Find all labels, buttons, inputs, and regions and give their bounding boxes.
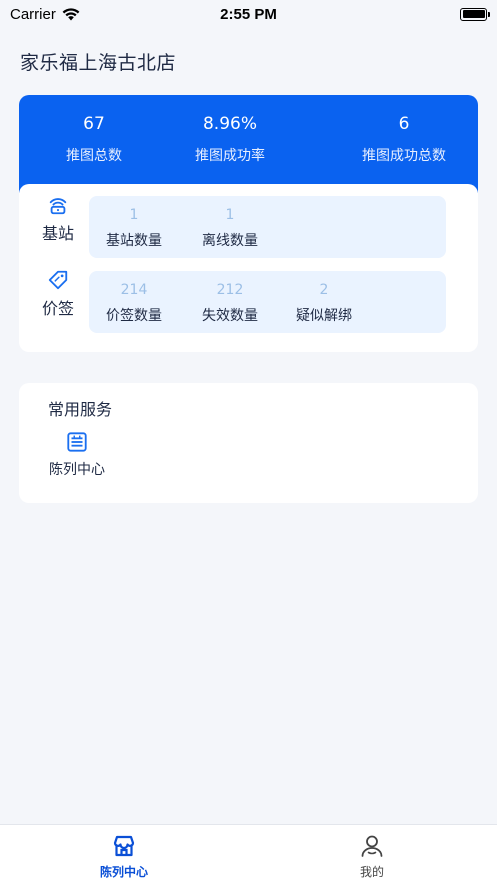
stat-label: 推图成功总数 <box>362 148 446 164</box>
profile-icon <box>361 835 383 857</box>
stat-value: 67 <box>83 114 105 134</box>
price-tag-row[interactable]: 价签 214 价签数量 212 失效数量 2 疑似解绑 <box>19 259 478 333</box>
metric-price-tag-count: 214 价签数量 <box>89 281 179 325</box>
metric-offline-count: 1 离线数量 <box>185 206 275 250</box>
stats-card: 67 推图总数 8.96% 推图成功率 6 推图成功总数 <box>19 95 478 193</box>
stat-push-total[interactable]: 67 推图总数 <box>29 113 159 165</box>
price-tag-label-col: 价签 <box>33 259 83 319</box>
price-tag-panel: 214 价签数量 212 失效数量 2 疑似解绑 <box>89 271 446 333</box>
base-station-name: 基站 <box>41 224 74 243</box>
metric-value: 1 <box>129 207 139 223</box>
metric-base-station-count: 1 基站数量 <box>89 206 179 250</box>
services-card: 常用服务 陈列中心 <box>19 383 478 503</box>
display-rack-icon <box>67 432 87 452</box>
stat-push-success-total[interactable]: 6 推图成功总数 <box>339 113 469 165</box>
metric-value: 2 <box>319 282 329 298</box>
price-tag-name: 价签 <box>41 299 74 318</box>
store-icon <box>113 835 135 857</box>
metric-value: 1 <box>225 207 235 223</box>
services-title: 常用服务 <box>48 400 113 419</box>
battery-icon <box>460 7 490 21</box>
tab-label: 陈列中心 <box>99 865 148 879</box>
metric-label: 基站数量 <box>106 233 162 249</box>
metric-invalid-count: 212 失效数量 <box>185 281 275 325</box>
metric-value: 212 <box>216 282 244 298</box>
service-display-center[interactable]: 陈列中心 <box>43 431 111 479</box>
status-time: 2:55 PM <box>220 5 277 23</box>
status-bar: Carrier 2:55 PM <box>0 0 497 28</box>
stat-value: 8.96% <box>202 114 257 134</box>
base-station-panel: 1 基站数量 1 离线数量 <box>89 196 446 258</box>
service-label: 陈列中心 <box>49 462 105 478</box>
tab-display-center[interactable]: 陈列中心 <box>74 833 174 880</box>
stat-push-success-rate[interactable]: 8.96% 推图成功率 <box>165 113 295 165</box>
base-station-label-col: 基站 <box>33 184 83 244</box>
price-tag-icon <box>48 270 68 290</box>
stat-value: 6 <box>398 114 410 134</box>
metric-label: 疑似解绑 <box>296 308 352 324</box>
metric-label: 价签数量 <box>106 308 162 324</box>
base-station-row[interactable]: 基站 1 基站数量 1 离线数量 <box>19 184 478 258</box>
metric-label: 失效数量 <box>202 308 258 324</box>
metric-value: 214 <box>120 282 148 298</box>
store-title: 家乐福上海古北店 <box>20 52 177 74</box>
device-card: 基站 1 基站数量 1 离线数量 价签 214 价签数量 212 失效数量 2 … <box>19 184 478 352</box>
tab-bar: 陈列中心 我的 <box>0 824 497 883</box>
metric-suspected-unbind: 2 疑似解绑 <box>279 281 369 325</box>
stat-label: 推图成功率 <box>195 148 265 164</box>
stat-label: 推图总数 <box>66 148 122 164</box>
metric-label: 离线数量 <box>202 233 258 249</box>
base-station-icon <box>49 198 67 215</box>
tab-profile[interactable]: 我的 <box>322 833 422 880</box>
tab-label: 我的 <box>359 865 384 879</box>
